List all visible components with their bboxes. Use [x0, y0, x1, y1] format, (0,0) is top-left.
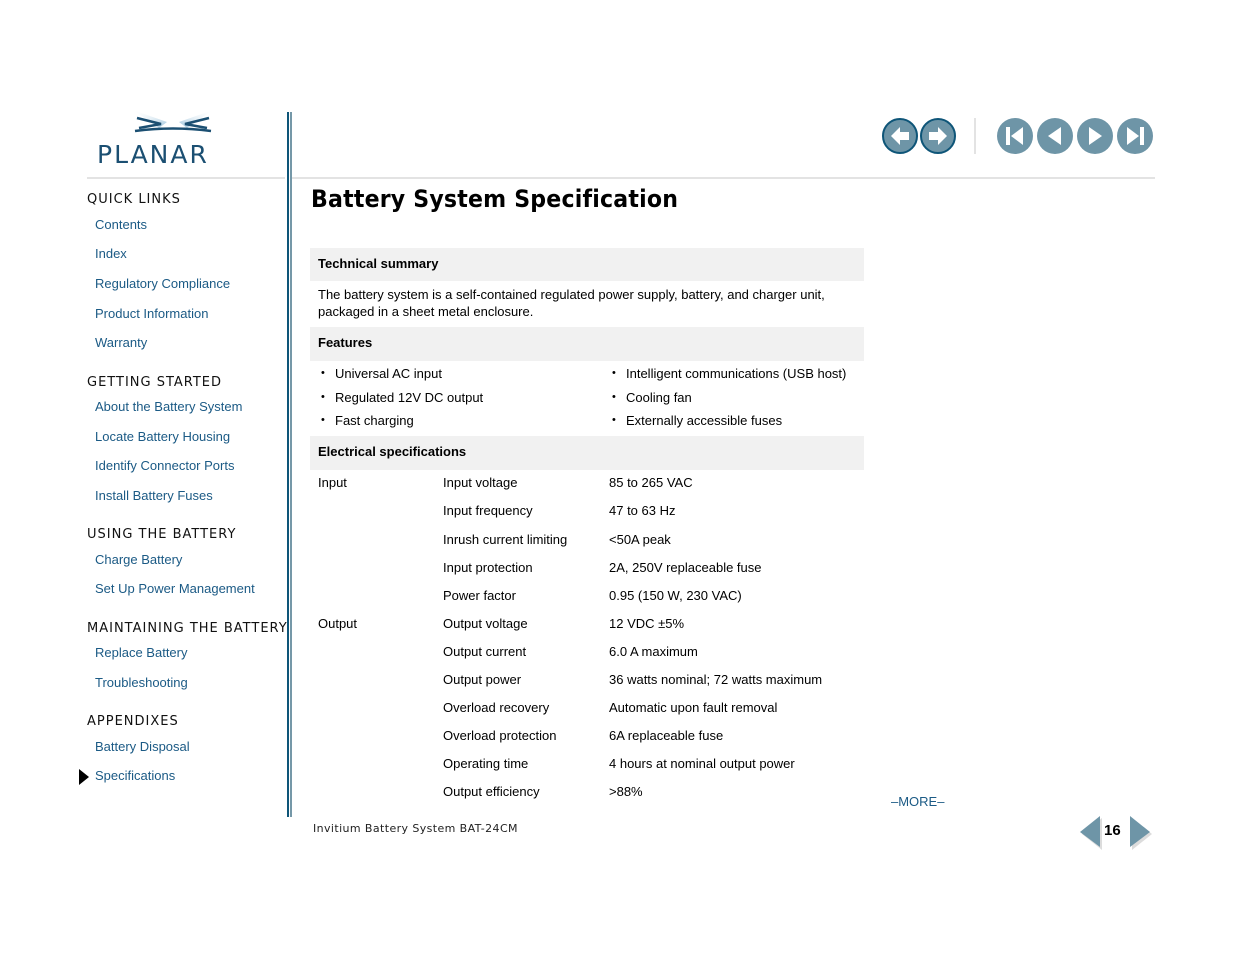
feature-item: Cooling fan	[626, 390, 692, 405]
spec-parameter: Inrush current limiting	[443, 532, 568, 547]
section-heading-appendixes: APPENDIXES	[87, 714, 179, 729]
history-back-button[interactable]	[882, 118, 918, 154]
triangle-left-icon	[1080, 816, 1102, 850]
next-page-arrow[interactable]	[1129, 815, 1153, 856]
features-header: Features	[310, 327, 864, 361]
feature-item: Fast charging	[335, 413, 414, 428]
technical-summary-text-line2: packaged in a sheet metal enclosure.	[318, 304, 534, 319]
sidebar-divider	[287, 112, 289, 817]
bullet-icon: •	[321, 391, 325, 403]
sidebar-link-regulatory-compliance[interactable]: Regulatory Compliance	[95, 276, 230, 291]
spec-parameter: Operating time	[443, 756, 529, 771]
more-link[interactable]: –MORE–	[891, 794, 944, 809]
technical-summary-text-line1: The battery system is a self-contained r…	[318, 287, 825, 302]
sidebar-link-identify-connector-ports[interactable]: Identify Connector Ports	[95, 458, 234, 473]
spec-group-label: Output	[318, 616, 358, 631]
planar-logo: PLANAR	[95, 108, 250, 168]
logo-text: PLANAR	[97, 140, 209, 168]
spec-value: 0.95 (150 W, 230 VAC)	[609, 588, 742, 603]
sidebar-link-replace-battery[interactable]: Replace Battery	[95, 645, 188, 660]
bullet-icon: •	[321, 414, 325, 426]
triangle-left-icon	[1048, 127, 1061, 145]
sidebar-link-locate-battery-housing[interactable]: Locate Battery Housing	[95, 429, 230, 444]
spec-parameter: Overload protection	[443, 728, 557, 743]
spec-parameter: Output voltage	[443, 616, 528, 631]
spec-group-label: Input	[318, 475, 347, 490]
bullet-icon: •	[612, 391, 616, 403]
spec-parameter: Output efficiency	[443, 784, 540, 799]
spec-value: 6A replaceable fuse	[609, 728, 724, 743]
spec-parameter: Power factor	[443, 588, 516, 603]
spec-value: Automatic upon fault removal	[609, 700, 778, 715]
spec-value: 6.0 A maximum	[609, 644, 698, 659]
spec-parameter: Input protection	[443, 560, 533, 575]
skip-first-icon	[1006, 127, 1023, 145]
sidebar-link-product-information[interactable]: Product Information	[95, 306, 208, 321]
sidebar-link-charge-battery[interactable]: Charge Battery	[95, 552, 182, 567]
section-heading-getting-started: GETTING STARTED	[87, 375, 223, 390]
triangle-right-icon	[1089, 127, 1102, 145]
feature-item: Regulated 12V DC output	[335, 390, 484, 405]
sidebar-link-power-management[interactable]: Set Up Power Management	[95, 581, 255, 596]
spec-value: 12 VDC ±5%	[609, 616, 685, 631]
page-number: 16	[1104, 822, 1121, 839]
toolbar-separator	[974, 118, 976, 154]
sidebar-link-troubleshooting[interactable]: Troubleshooting	[95, 675, 188, 690]
spec-value: 4 hours at nominal output power	[609, 756, 795, 771]
spec-parameter: Output current	[443, 644, 527, 659]
arrow-right-icon	[929, 127, 947, 145]
sidebar-link-battery-disposal[interactable]: Battery Disposal	[95, 739, 190, 754]
current-page-marker-icon	[79, 769, 89, 785]
technical-summary-heading: Technical summary	[318, 256, 439, 271]
section-heading-quick-links: QUICK LINKS	[87, 192, 181, 207]
first-page-button[interactable]	[997, 118, 1033, 154]
electrical-specifications-heading: Electrical specifications	[318, 444, 467, 459]
spec-parameter: Overload recovery	[443, 700, 550, 715]
header-rule	[87, 177, 285, 179]
triangle-right-icon	[1130, 816, 1152, 850]
page-title: Battery System Specification	[311, 185, 679, 213]
sidebar-link-warranty[interactable]: Warranty	[95, 335, 147, 350]
bullet-icon: •	[612, 414, 616, 426]
header-rule	[292, 177, 1155, 179]
spec-value: 47 to 63 Hz	[609, 503, 676, 518]
spec-parameter: Output power	[443, 672, 522, 687]
features-heading: Features	[318, 335, 373, 350]
section-heading-maintaining-the-battery: MAINTAINING THE BATTERY	[87, 621, 288, 636]
spec-parameter: Input frequency	[443, 503, 533, 518]
spec-value: 85 to 265 VAC	[609, 475, 693, 490]
last-page-button[interactable]	[1117, 118, 1153, 154]
sidebar-link-index[interactable]: Index	[95, 246, 127, 261]
bullet-icon: •	[612, 367, 616, 379]
previous-page-arrow[interactable]	[1079, 815, 1103, 856]
sidebar-link-install-battery-fuses[interactable]: Install Battery Fuses	[95, 488, 213, 503]
previous-page-button[interactable]	[1037, 118, 1073, 154]
technical-summary-header: Technical summary	[310, 248, 864, 281]
feature-item: Externally accessible fuses	[626, 413, 783, 428]
document-name: Invitium Battery System BAT-24CM	[313, 822, 518, 835]
electrical-specifications-header: Electrical specifications	[310, 436, 864, 470]
feature-item: Intelligent communications (USB host)	[626, 366, 847, 381]
bullet-icon: •	[321, 367, 325, 379]
section-heading-using-the-battery: USING THE BATTERY	[87, 527, 237, 542]
feature-item: Universal AC input	[335, 366, 442, 381]
sidebar-link-specifications[interactable]: Specifications	[95, 768, 175, 783]
sidebar-divider-shade	[290, 112, 292, 817]
skip-last-icon	[1127, 127, 1144, 145]
next-page-button[interactable]	[1077, 118, 1113, 154]
spec-value: >88%	[609, 784, 643, 799]
spec-value: 36 watts nominal; 72 watts maximum	[609, 672, 823, 687]
spec-value: <50A peak	[609, 532, 671, 547]
sidebar-link-about-battery-system[interactable]: About the Battery System	[95, 399, 242, 414]
arrow-left-icon	[891, 127, 909, 145]
spec-parameter: Input voltage	[443, 475, 518, 490]
spec-value: 2A, 250V replaceable fuse	[609, 560, 762, 575]
sidebar-link-contents[interactable]: Contents	[95, 217, 147, 232]
history-forward-button[interactable]	[920, 118, 956, 154]
